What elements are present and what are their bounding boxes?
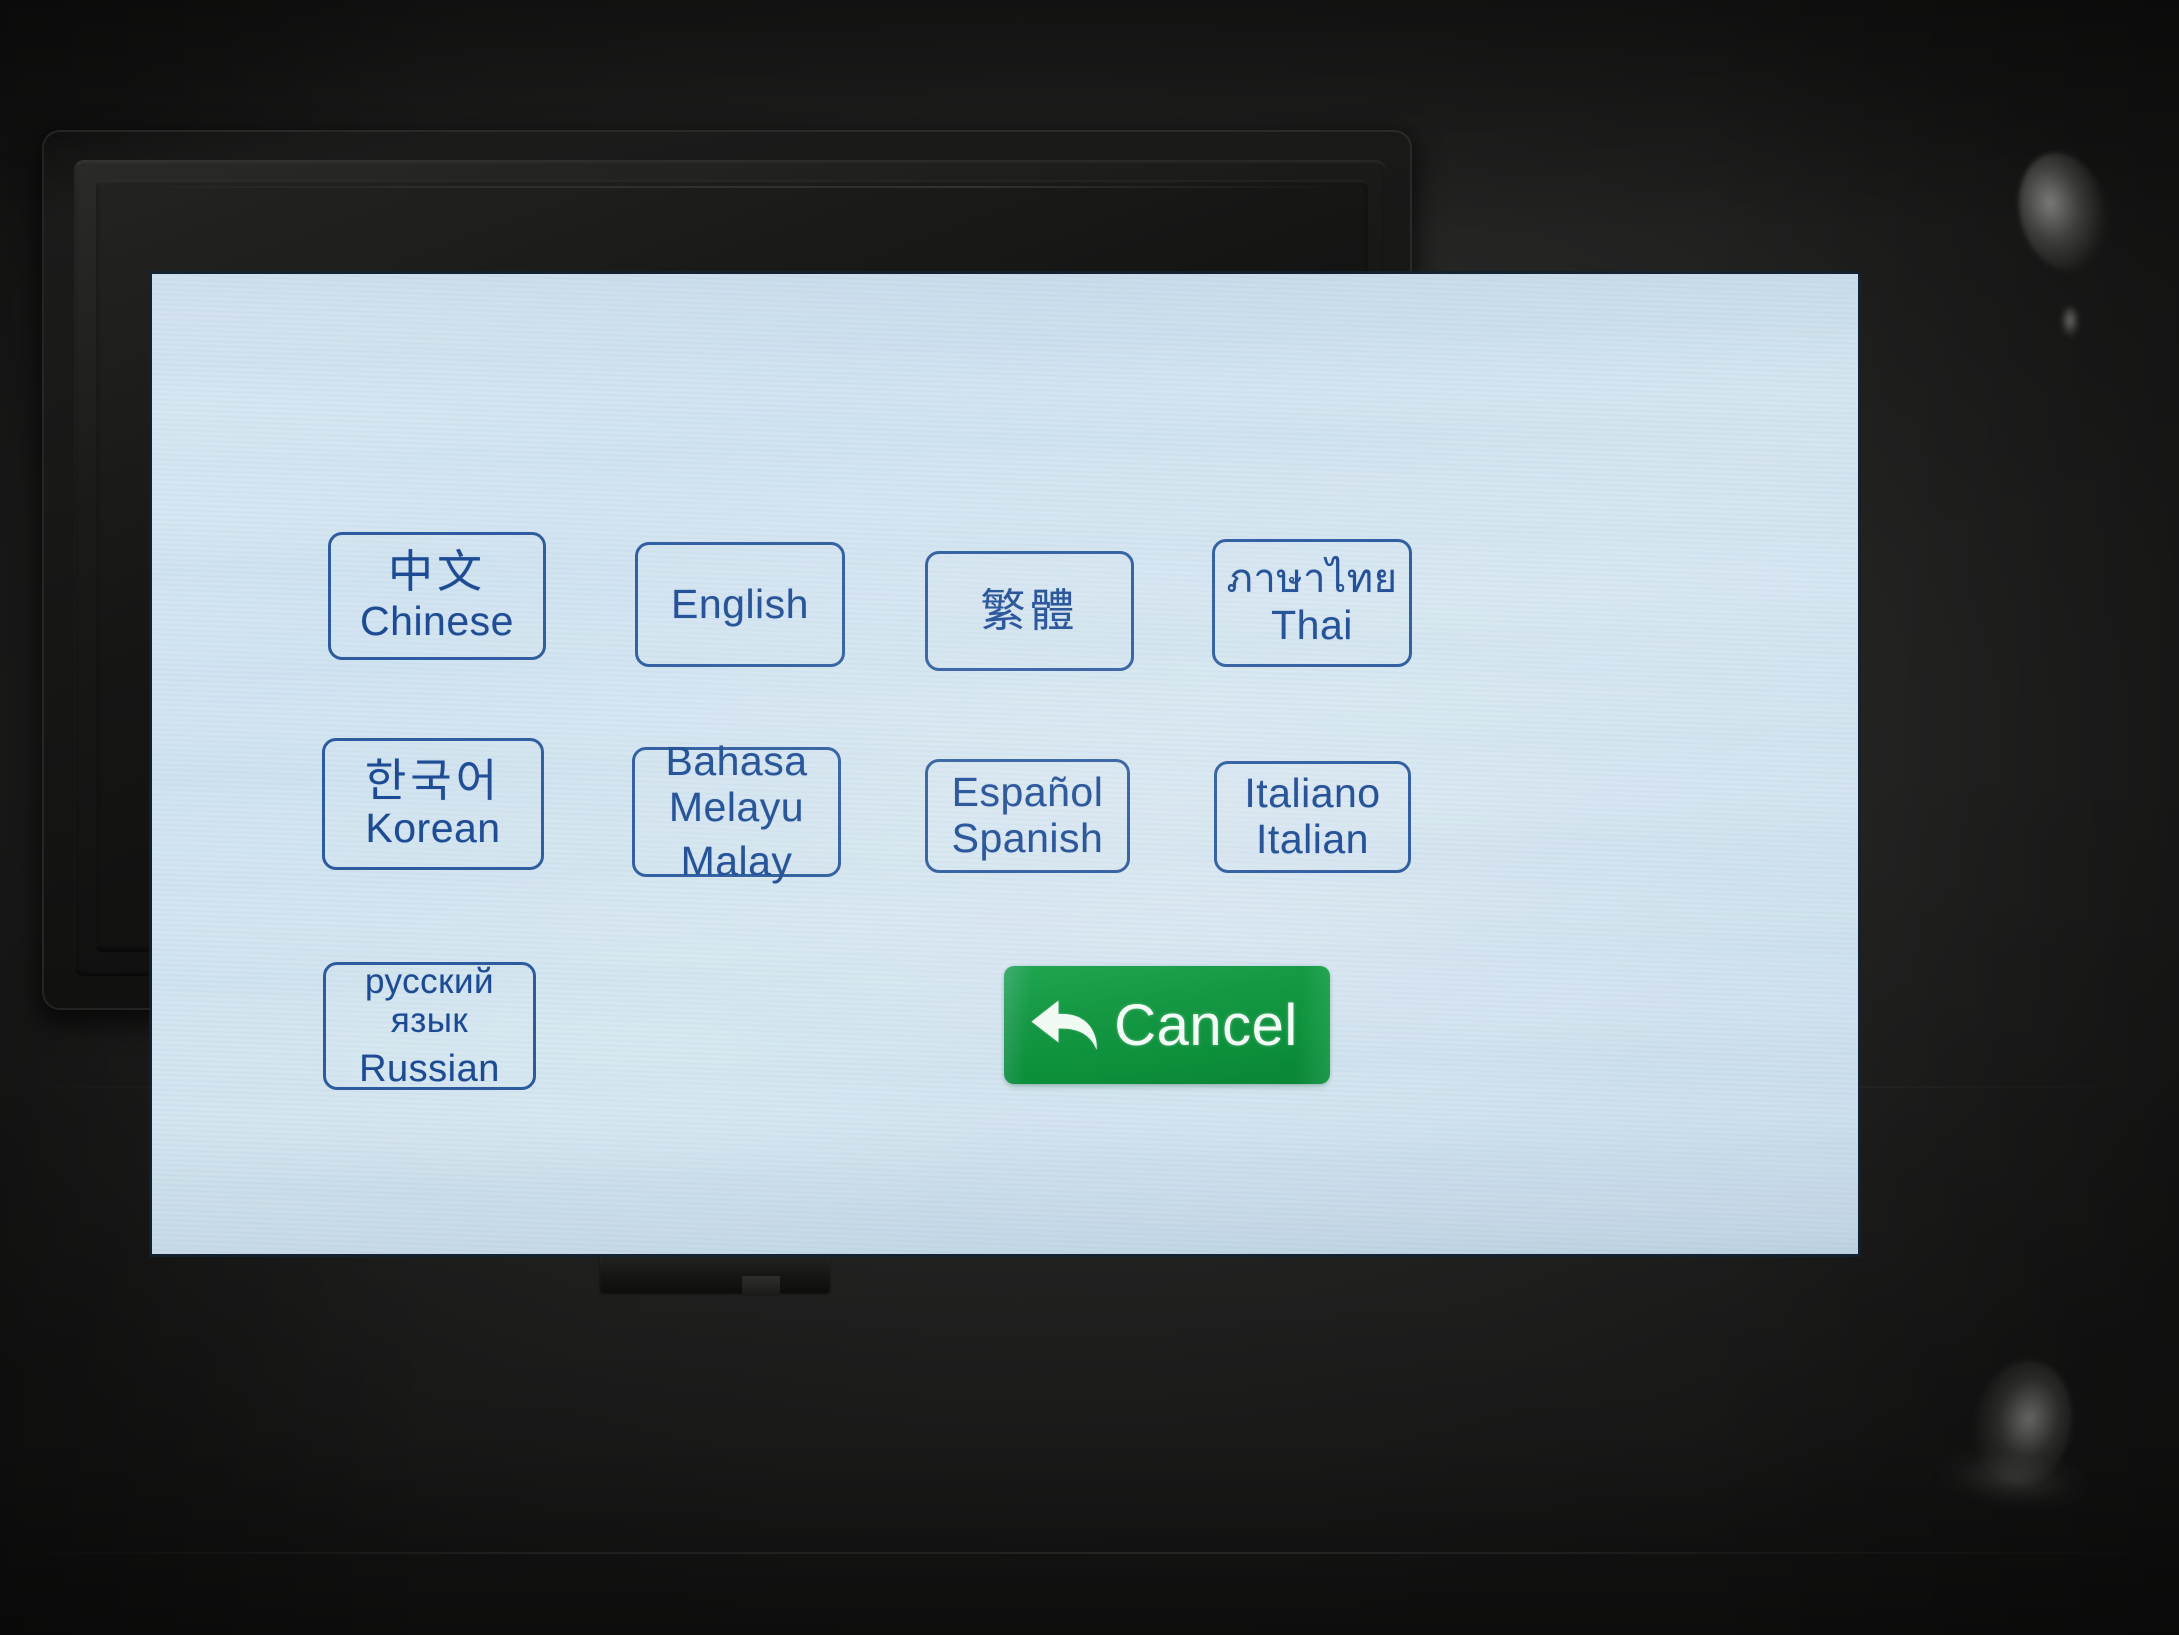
language-native-label: ภาษาไทย — [1226, 556, 1398, 601]
language-button-chinese[interactable]: 中文 Chinese — [328, 532, 546, 660]
housing-scuff-mark — [1962, 1351, 2084, 1497]
language-button-malay[interactable]: Bahasa Melayu Malay — [632, 738, 841, 884]
language-button-spanish[interactable]: Español Spanish — [925, 759, 1130, 873]
cancel-button[interactable]: Cancel — [999, 961, 1335, 1089]
lcd-screen: 中文 Chinese English 繁體 ภาษาไทย Thai 한국어 K… — [152, 274, 1858, 1254]
language-native-label: 한국어 — [364, 754, 502, 806]
language-button-italian[interactable]: Italiano Italian — [1214, 761, 1411, 873]
language-native-label: English — [671, 580, 809, 627]
language-native-label: Español — [951, 769, 1104, 816]
language-native-label-line1: Bahasa — [665, 738, 808, 785]
language-latin-label: Korean — [365, 805, 501, 852]
language-latin-label: Spanish — [951, 815, 1104, 861]
housing-scuff-mark — [1935, 1440, 2091, 1516]
language-latin-label: Thai — [1271, 602, 1353, 649]
language-latin-label: Malay — [680, 837, 793, 884]
language-native-label-line2: язык — [390, 1000, 469, 1040]
language-native-label-line2: Melayu — [668, 784, 805, 831]
cancel-button-label: Cancel — [1114, 992, 1298, 1058]
housing-scuff-mark — [2060, 306, 2080, 338]
language-latin-label: Chinese — [360, 598, 514, 645]
language-native-label: 繁體 — [980, 584, 1079, 636]
language-button-thai[interactable]: ภาษาไทย Thai — [1212, 539, 1412, 667]
language-latin-label: Russian — [359, 1047, 500, 1090]
language-native-label: 中文 — [387, 545, 486, 597]
language-button-korean[interactable]: 한국어 Korean — [322, 738, 544, 870]
housing-seam — [0, 1552, 2179, 1554]
language-button-english[interactable]: English — [635, 542, 845, 667]
language-native-label-line1: русский — [364, 961, 495, 1001]
language-selection-grid: 中文 Chinese English 繁體 ภาษาไทย Thai 한국어 K… — [152, 274, 1858, 1254]
language-native-label: Italiano — [1244, 770, 1381, 817]
language-latin-label: Italian — [1256, 816, 1369, 862]
back-arrow-icon — [1031, 1000, 1097, 1050]
language-button-traditional-chinese[interactable]: 繁體 — [925, 551, 1134, 671]
housing-scuff-mark — [2006, 143, 2120, 281]
language-button-russian[interactable]: русский язык Russian — [323, 962, 536, 1090]
